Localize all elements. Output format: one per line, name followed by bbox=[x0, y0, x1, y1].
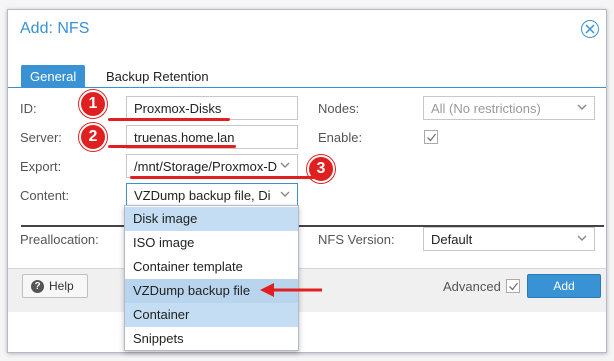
dropdown-option-container[interactable]: Container bbox=[125, 303, 298, 327]
dropdown-option-container-template[interactable]: Container template bbox=[125, 255, 298, 279]
nodes-label: Nodes: bbox=[318, 101, 360, 116]
annotation-underline-export bbox=[130, 176, 315, 179]
preallocation-label: Preallocation: bbox=[20, 232, 99, 247]
nfs-version-value: Default bbox=[431, 232, 473, 247]
help-button[interactable]: ? Help bbox=[22, 274, 88, 298]
tab-bar: General Backup Retention bbox=[8, 50, 606, 88]
chevron-down-icon bbox=[280, 162, 290, 168]
export-select[interactable]: /mnt/Storage/Proxmox-D bbox=[126, 154, 298, 178]
annotation-badge-2: 2 bbox=[79, 123, 107, 151]
annotation-arrow-icon bbox=[260, 283, 322, 297]
annotation-underline-server bbox=[108, 145, 236, 148]
content-dropdown-list: Disk image ISO image Container template … bbox=[124, 205, 299, 351]
add-nfs-dialog: Add: NFS General Backup Retention ID: Pr… bbox=[7, 9, 607, 353]
nodes-value: All (No restrictions) bbox=[431, 101, 541, 116]
chevron-down-icon bbox=[280, 191, 290, 197]
annotation-badge-1: 1 bbox=[79, 90, 107, 118]
advanced-label: Advanced bbox=[443, 279, 501, 294]
tab-general[interactable]: General bbox=[21, 65, 86, 88]
nfs-version-label: NFS Version: bbox=[318, 232, 395, 247]
dialog-title: Add: NFS bbox=[20, 20, 90, 37]
enable-checkbox[interactable] bbox=[424, 130, 438, 144]
id-value: Proxmox-Disks bbox=[134, 101, 222, 116]
help-label: Help bbox=[49, 279, 74, 293]
enable-label: Enable: bbox=[318, 130, 363, 145]
server-label: Server: bbox=[20, 130, 62, 145]
content-select[interactable]: VZDump backup file, Di bbox=[126, 183, 298, 207]
dropdown-option-disk-image[interactable]: Disk image bbox=[125, 207, 298, 231]
chevron-down-icon bbox=[577, 104, 587, 110]
nodes-select[interactable]: All (No restrictions) bbox=[423, 96, 595, 120]
export-value: /mnt/Storage/Proxmox-D bbox=[134, 159, 278, 174]
add-button[interactable]: Add bbox=[527, 274, 601, 298]
server-value: truenas.home.lan bbox=[134, 130, 235, 145]
dialog-title-bar: Add: NFS bbox=[8, 10, 606, 50]
dropdown-option-iso-image[interactable]: ISO image bbox=[125, 231, 298, 255]
content-label: Content: bbox=[20, 188, 70, 203]
help-icon: ? bbox=[31, 280, 44, 293]
tab-backup-retention[interactable]: Backup Retention bbox=[97, 65, 218, 88]
content-value: VZDump backup file, Di bbox=[134, 188, 271, 203]
close-icon[interactable] bbox=[581, 20, 599, 38]
id-label: ID: bbox=[20, 101, 37, 116]
id-input[interactable]: Proxmox-Disks bbox=[126, 96, 298, 120]
dropdown-option-snippets[interactable]: Snippets bbox=[125, 327, 298, 351]
advanced-checkbox[interactable] bbox=[506, 279, 520, 293]
export-label: Export: bbox=[20, 159, 62, 174]
checkmark-icon bbox=[427, 133, 437, 142]
checkmark-icon bbox=[509, 282, 519, 291]
chevron-down-icon bbox=[577, 235, 587, 241]
nfs-version-select[interactable]: Default bbox=[423, 227, 595, 251]
annotation-underline-id bbox=[108, 118, 230, 121]
